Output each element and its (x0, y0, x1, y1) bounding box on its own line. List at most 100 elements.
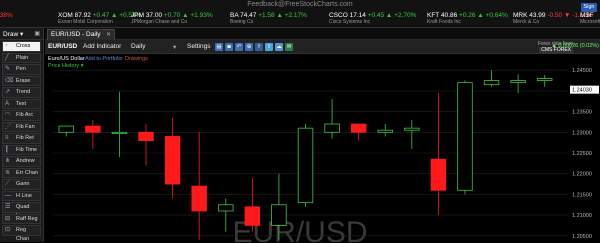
ticker-company: Exxon Mobil Corporation (58, 19, 113, 25)
ticker-last: 87.92 (74, 12, 93, 19)
drawings-link[interactable]: Drawings (125, 56, 148, 62)
tab-eurusd-daily[interactable]: EUR/USD - Daily ✕ (47, 29, 115, 40)
ticker-company: Kraft Foods Inc (427, 19, 461, 25)
ticker-item[interactable]: KFT 40.86 +0.26 ▲ +0.64% Kraft Foods Inc (427, 12, 508, 25)
drawing-toolbar: Draw ▾ ▣ + Cross ╱ Plain ✎ Pen ⌫ Erase ↗ Trend A Te… (0, 28, 44, 242)
candle-body (457, 82, 473, 191)
ticker-symbol: XOM (58, 12, 75, 19)
candle (297, 124, 314, 207)
y-tick-label: 1.24500 (572, 68, 592, 74)
symbol-input[interactable]: EUR/USD (48, 43, 77, 50)
print-icon[interactable]: ▤ (215, 43, 223, 51)
ticker-item[interactable]: JPM 37.00 +0.70 ▲ +1.93% JPMorgan Chase a… (131, 12, 213, 25)
ticker-item[interactable]: MSF Microsoft (580, 12, 600, 25)
tool-icon: ≡ (5, 135, 9, 141)
sign-in-button[interactable]: Sign In (581, 3, 597, 19)
ticker-item[interactable]: XOM 87.92 +0.47 ▲ +0.54% Exxon Mobil Corp… (58, 12, 141, 25)
draw-menu[interactable]: Draw ▾ ▣ (0, 28, 43, 40)
candle-body (510, 80, 526, 84)
candle (244, 177, 261, 232)
ticker-symbol: JPM (131, 12, 146, 19)
tool-icon: ⋰ (5, 123, 11, 130)
tool-icon: + (5, 43, 9, 49)
last-price-label: 1.24030 (572, 88, 592, 94)
candle (430, 92, 447, 216)
tool-label: Fib Ret (16, 135, 34, 141)
add-to-portfolio-link[interactable]: Add to Portfolio (85, 56, 123, 62)
ticker-symbol: CSCO (329, 12, 350, 19)
candle (58, 125, 74, 137)
ticker-company: Cisco Systems Inc (329, 19, 371, 25)
chart-toolbar: EUR/USD Add Indicator Daily ▾ Settings ▤… (45, 40, 600, 54)
tool-fib-time[interactable]: ┃ Fib Time (2, 144, 41, 155)
feedback-link[interactable]: Feedback@FreeStockCharts.com (0, 1, 600, 8)
tool-label: Fib Time (16, 146, 38, 153)
price-axis[interactable]: 1.245001.240001.235001.230001.225001.220… (568, 64, 600, 242)
candle-body (297, 127, 314, 204)
interval-select[interactable]: Daily (131, 43, 145, 50)
tool-reg-chan[interactable]: ⊡ Reg Chan (2, 225, 41, 242)
settings-button[interactable]: Settings (187, 43, 211, 50)
ticker-item[interactable]: -0.38% (0, 12, 13, 19)
tool-quad-line[interactable]: ☰Quad Line (2, 202, 41, 219)
camera-icon[interactable]: ◙ (225, 43, 233, 51)
tool-fib-ret[interactable]: ≡ Fib Ret (2, 133, 41, 144)
candle (457, 80, 473, 195)
price-change: ▲ 0.00026 (0.02%) (551, 43, 599, 49)
pin-icon[interactable]: ▣ (34, 30, 40, 37)
tool-label: Cross (16, 43, 31, 49)
tool-label: H Line (16, 192, 32, 199)
candles (58, 70, 553, 240)
tool-raff-reg[interactable]: ⊟ Raff Reg (2, 213, 41, 224)
tool-icon: ◠ (5, 112, 11, 118)
pair-name: Euro/US Dollar (48, 56, 85, 62)
candle (138, 124, 154, 166)
tool-label: Fib Arc (16, 112, 34, 118)
y-tick-label: 1.23500 (572, 110, 592, 116)
ticker-company: JPMorgan Chase and Co (131, 19, 188, 25)
tool-trend[interactable]: ↗ Trend (2, 87, 41, 98)
tool-icon: — (5, 192, 11, 199)
candle-body (111, 131, 128, 134)
zoom-icon[interactable]: ⊕ (245, 43, 253, 51)
tool-plain[interactable]: ╱ Plain (2, 52, 41, 63)
candle (537, 75, 553, 87)
tool-erase[interactable]: ⌫ Erase (2, 75, 41, 86)
candle-body (138, 131, 154, 141)
ticker-item[interactable]: BA 74.47 +1.58 ▲ +2.17% Boeing Co (230, 12, 307, 25)
ticker-item[interactable]: CSCO 17.14 +0.45 ▲ +2.70% Cisco Systems I… (329, 12, 417, 25)
tab-label: EUR/USD - Daily (51, 31, 101, 38)
ticker-company: Boeing Co (230, 19, 254, 25)
tool-label: Plain (16, 54, 29, 61)
tool-err-chan[interactable]: ≋ Err Chan (2, 167, 41, 178)
twitter-icon[interactable]: t (265, 43, 273, 51)
candle-body (537, 78, 553, 81)
draw-label: Draw (3, 31, 19, 38)
ticker-change: +0.45 ▲ +2.70% (367, 12, 417, 19)
candle-body (430, 158, 447, 191)
share-icon[interactable]: ☁ (275, 43, 283, 51)
facebook-icon[interactable]: f (255, 43, 263, 51)
tool-h-line[interactable]: — H Line (2, 190, 41, 201)
tool-pen[interactable]: ✎ Pen (2, 64, 41, 75)
close-icon[interactable]: ✕ (106, 31, 111, 38)
candle (404, 119, 420, 149)
tool-icon: ╱ (5, 54, 9, 61)
tool-cross[interactable]: + Cross (2, 41, 41, 52)
tool-fib-fan[interactable]: ⋰ Fib Fan (2, 121, 41, 132)
ticker-last: 74.47 (240, 12, 259, 19)
undo-icon[interactable]: ↶ (235, 43, 243, 51)
tool-icon: ┃ (5, 146, 9, 153)
y-tick-label: 1.22000 (572, 172, 592, 178)
email-icon[interactable]: ✉ (285, 43, 293, 51)
tool-gann[interactable]: ⟋ Gann (2, 179, 41, 190)
candle (377, 124, 393, 137)
tool-fib-arc[interactable]: ◠ Fib Arc (2, 110, 41, 121)
interval-chevron-icon[interactable]: ▾ (173, 43, 176, 51)
candle-body (218, 204, 234, 212)
add-indicator-button[interactable]: Add Indicator (83, 43, 121, 50)
candle (191, 132, 207, 240)
tool-text[interactable]: A Text (2, 98, 41, 109)
price-chart[interactable]: EUR/USD 1.245001.240001.235001.230001.22… (45, 64, 600, 242)
tool-andrew[interactable]: ⋔ Andrew (2, 156, 41, 167)
